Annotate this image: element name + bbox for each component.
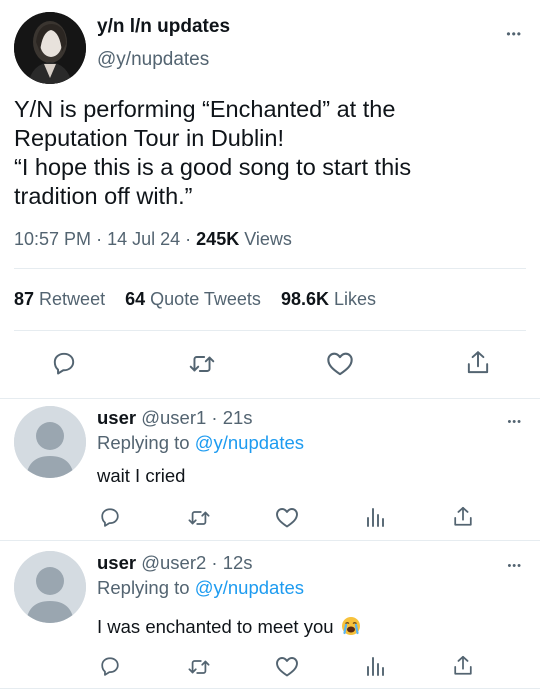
retweet-icon[interactable] bbox=[187, 656, 211, 678]
likes-stat[interactable]: 98.6K Likes bbox=[281, 289, 376, 309]
divider bbox=[14, 330, 526, 331]
analytics-icon[interactable] bbox=[365, 655, 385, 677]
quotes-count: 64 bbox=[125, 289, 146, 309]
reply-text: I was enchanted to meet you bbox=[97, 616, 334, 637]
tweet-text-line: tradition off with.” bbox=[14, 183, 193, 209]
replying-to-label: Replying to bbox=[97, 577, 190, 598]
share-icon[interactable] bbox=[465, 349, 491, 377]
reply-name[interactable]: user bbox=[97, 552, 136, 573]
replying-to-link[interactable]: @y/nupdates bbox=[195, 577, 304, 598]
retweets-label: Retweet bbox=[39, 289, 106, 309]
tweet-date[interactable]: 14 Jul 24 bbox=[107, 229, 180, 249]
like-icon[interactable] bbox=[326, 350, 354, 376]
reply-icon[interactable] bbox=[99, 506, 121, 528]
likes-count: 98.6K bbox=[280, 289, 329, 309]
more-icon[interactable]: ••• bbox=[506, 28, 522, 40]
tweet-text-line: Y/N is performing “Enchanted” at the bbox=[14, 96, 396, 122]
divider bbox=[0, 540, 540, 541]
more-icon[interactable]: ••• bbox=[507, 417, 522, 428]
reply-icon[interactable] bbox=[51, 350, 77, 376]
quotes-label: Quote Tweets bbox=[150, 289, 261, 309]
reply-header: user @user1 · 21s bbox=[97, 407, 253, 429]
reply-text-row: I was enchanted to meet you bbox=[97, 616, 361, 638]
tweet-text: Y/N is performing “Enchanted” at the Rep… bbox=[14, 95, 529, 211]
reply-text: wait I cried bbox=[97, 465, 186, 486]
likes-label: Likes bbox=[334, 289, 377, 309]
tweet-meta: 10:57 PM · 14 Jul 24 · 245K Views bbox=[14, 229, 292, 250]
tweet-handle[interactable]: @y/nupdates bbox=[97, 49, 209, 71]
crying-emoji-icon bbox=[341, 616, 361, 636]
views-label: Views bbox=[244, 229, 292, 249]
retweet-icon[interactable] bbox=[187, 507, 211, 529]
like-icon[interactable] bbox=[275, 506, 299, 528]
divider bbox=[0, 688, 540, 689]
meta-separator: · bbox=[211, 407, 218, 428]
analytics-icon[interactable] bbox=[365, 506, 385, 528]
tweet-time[interactable]: 10:57 PM bbox=[14, 229, 91, 249]
like-icon[interactable] bbox=[275, 655, 299, 677]
reply-handle[interactable]: @user1 bbox=[141, 407, 206, 428]
profile-photo bbox=[14, 12, 86, 84]
retweets-stat[interactable]: 87 Retweet bbox=[14, 289, 110, 309]
profile-avatar[interactable] bbox=[14, 12, 86, 84]
reply-avatar[interactable] bbox=[14, 406, 86, 478]
meta-separator: · bbox=[211, 552, 218, 573]
reply-name[interactable]: user bbox=[97, 407, 136, 428]
share-icon[interactable] bbox=[452, 654, 474, 678]
tweet-text-line: Reputation Tour in Dublin! bbox=[14, 125, 284, 151]
tweet-stats: 87 Retweet 64 Quote Tweets 98.6K Likes bbox=[14, 289, 376, 310]
reply-header: user @user2 · 12s bbox=[97, 552, 253, 574]
reply-avatar[interactable] bbox=[14, 551, 86, 623]
reply-time[interactable]: 12s bbox=[223, 552, 253, 573]
views-count: 245K bbox=[196, 229, 240, 249]
replying-to: Replying to @y/nupdates bbox=[97, 577, 304, 599]
quotes-stat[interactable]: 64 Quote Tweets bbox=[125, 289, 266, 309]
more-icon[interactable]: ••• bbox=[507, 561, 522, 572]
divider bbox=[14, 268, 526, 269]
reply-icon[interactable] bbox=[99, 655, 121, 677]
divider bbox=[0, 398, 540, 399]
replying-to: Replying to @y/nupdates bbox=[97, 432, 304, 454]
retweets-count: 87 bbox=[14, 289, 35, 309]
default-avatar-icon bbox=[14, 551, 86, 623]
retweet-icon[interactable] bbox=[188, 351, 216, 377]
meta-separator: · bbox=[185, 229, 192, 249]
reply-time[interactable]: 21s bbox=[223, 407, 253, 428]
default-avatar-icon bbox=[14, 406, 86, 478]
meta-separator: · bbox=[96, 229, 103, 249]
reply-handle[interactable]: @user2 bbox=[141, 552, 206, 573]
share-icon[interactable] bbox=[452, 505, 474, 529]
tweet-text-line: “I hope this is a good song to start thi… bbox=[14, 154, 412, 180]
replying-to-link[interactable]: @y/nupdates bbox=[195, 432, 304, 453]
replying-to-label: Replying to bbox=[97, 432, 190, 453]
tweet-display-name[interactable]: y/n l/n updates bbox=[97, 16, 230, 38]
